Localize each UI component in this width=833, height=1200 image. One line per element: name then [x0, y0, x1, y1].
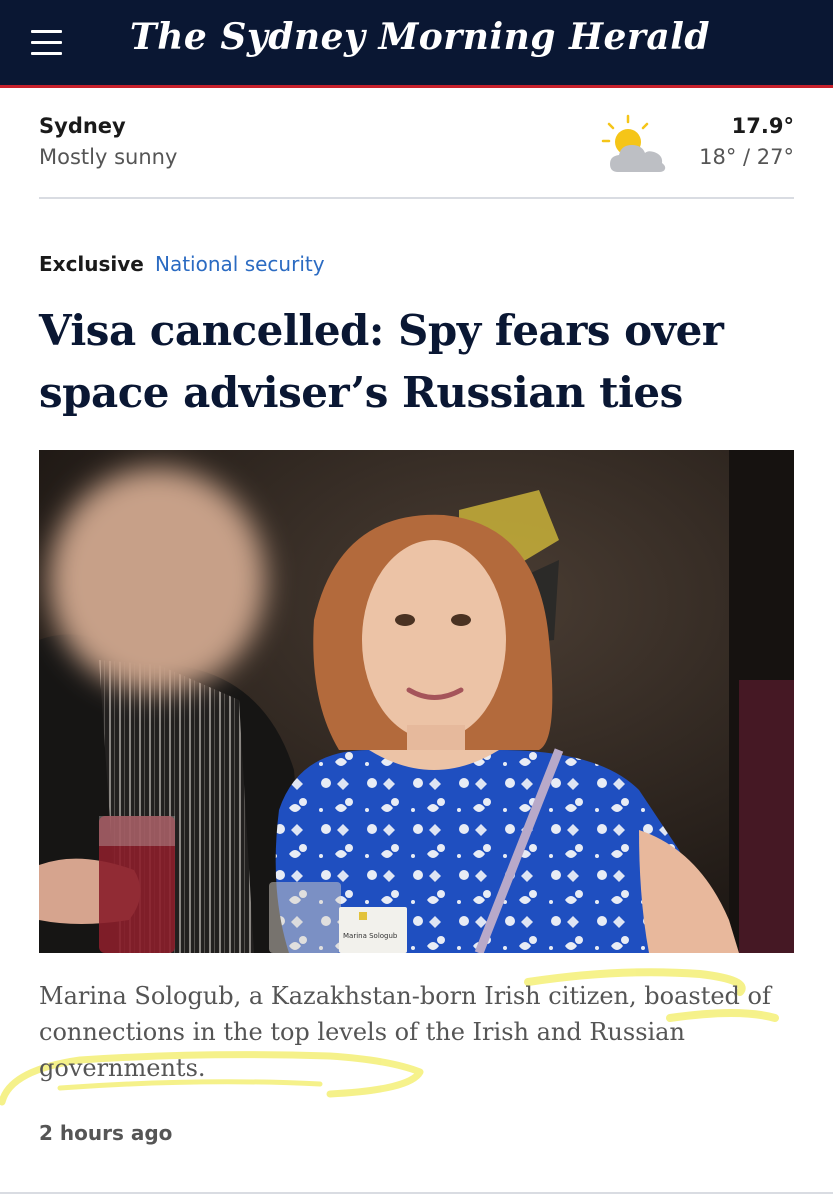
weather-city: Sydney [39, 114, 126, 138]
article-headline[interactable]: Visa cancelled: Spy fears over space adv… [39, 300, 799, 424]
hamburger-menu-icon[interactable] [28, 24, 66, 62]
temperature-range: 18° / 27° [699, 145, 794, 169]
headline-line: space adviser’s Russian ties [39, 368, 683, 417]
exclusive-label: Exclusive [39, 252, 144, 276]
partly-sunny-icon [601, 114, 666, 172]
weather-condition: Mostly sunny [39, 145, 178, 169]
article-timestamp: 2 hours ago [39, 1121, 173, 1145]
divider [39, 197, 794, 199]
headline-line: Visa cancelled: Spy fears over [39, 306, 724, 355]
current-temperature: 17.9° [731, 114, 794, 138]
masthead-accent-rule [0, 85, 833, 88]
topic-link-national-security[interactable]: National security [155, 252, 325, 276]
article-photo[interactable]: Marina Sologub [39, 450, 794, 953]
masthead: The Sydney Morning Herald [0, 0, 833, 85]
divider [0, 1192, 833, 1194]
masthead-title[interactable]: The Sydney Morning Herald [120, 16, 720, 58]
photo-name-tag: Marina Sologub [343, 932, 398, 940]
photo-caption: Marina Sologub, a Kazakhstan-born Irish … [39, 982, 771, 1082]
